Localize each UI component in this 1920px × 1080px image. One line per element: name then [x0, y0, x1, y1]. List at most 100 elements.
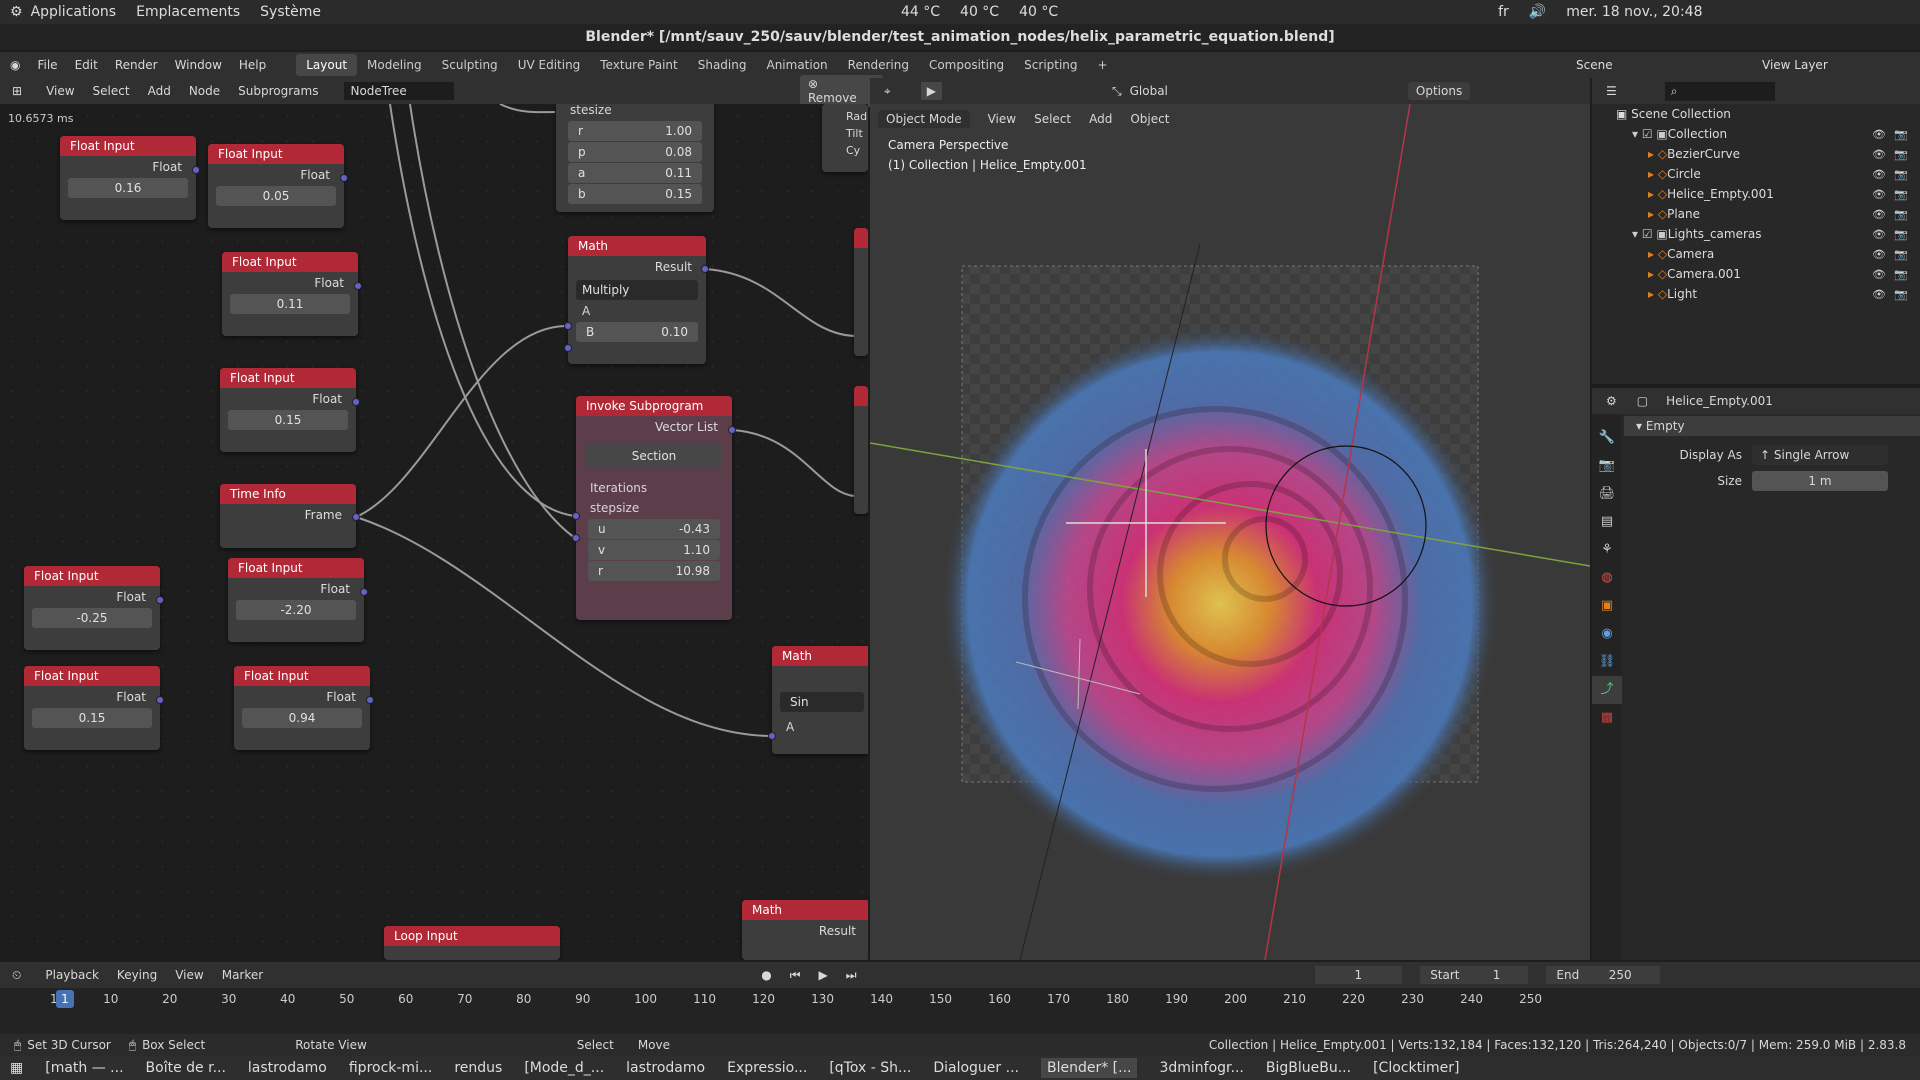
float-input-node[interactable]: Float Input Float 0.05 — [208, 144, 344, 228]
taskbar-window-button[interactable]: Boîte de r... — [146, 1060, 226, 1076]
node-menu-add[interactable]: Add — [148, 84, 171, 98]
operation-dropdown[interactable]: Sin — [780, 692, 864, 712]
keyboard-layout[interactable]: fr — [1498, 4, 1509, 20]
float-value-field[interactable]: -0.25 — [32, 608, 152, 628]
tab-compositing[interactable]: Compositing — [919, 54, 1014, 76]
constraint-tab-icon[interactable]: ⛓ — [1592, 648, 1622, 676]
output-socket[interactable] — [156, 696, 164, 704]
math-a-input-socket[interactable] — [768, 732, 776, 740]
visibility-eye-icon[interactable]: 👁 — [1872, 268, 1886, 281]
outliner-row[interactable]: ▾ ☑ ▣ Collection 👁 📷 — [1592, 124, 1920, 144]
tab-animation[interactable]: Animation — [756, 54, 837, 76]
r-field[interactable]: r 10.98 — [588, 561, 720, 581]
outliner-row[interactable]: ▸ ◇ Camera.001 👁 📷 — [1592, 264, 1920, 284]
playhead[interactable]: 1 — [56, 990, 74, 1008]
vector-list-output-socket[interactable] — [728, 426, 736, 434]
node-editor[interactable]: 10.6573 ms Float Input Float 0.16 Float … — [0, 104, 868, 960]
iterations-input-socket[interactable] — [572, 512, 580, 520]
float-value-field[interactable]: 0.11 — [230, 294, 350, 314]
render-camera-icon[interactable]: 📷 — [1894, 168, 1908, 181]
spline-node-partial[interactable]: Rad Tilt Cy — [822, 104, 868, 172]
editor-type-icon[interactable]: ⚙ — [1606, 394, 1617, 408]
taskbar-window-button[interactable]: [Mode_d_... — [524, 1060, 604, 1076]
record-icon[interactable]: ● — [761, 968, 771, 982]
input-b-field[interactable]: B 0.10 — [576, 322, 698, 342]
select-tool-icon[interactable]: ▶ — [920, 82, 942, 100]
taskbar-window-button[interactable]: fiprock-mi... — [349, 1060, 432, 1076]
invoke-subprogram-node[interactable]: Invoke Subprogram Vector List Section It… — [576, 396, 732, 620]
taskbar-window-button[interactable]: Blender* [... — [1040, 1058, 1138, 1078]
view-layer-tab-icon[interactable]: ▤ — [1592, 508, 1622, 536]
timeline-menu-playback[interactable]: Playback — [45, 968, 99, 982]
outliner-search[interactable]: ⌕ — [1664, 81, 1775, 101]
3d-viewport[interactable]: Object Mode View Select Add Object Camer… — [870, 104, 1590, 960]
visibility-eye-icon[interactable]: 👁 — [1872, 168, 1886, 181]
display-as-dropdown[interactable]: ↑ Single Arrow — [1752, 445, 1888, 465]
taskbar-window-button[interactable]: [qTox - Sh... — [829, 1060, 911, 1076]
tab-rendering[interactable]: Rendering — [838, 54, 919, 76]
a-field[interactable]: a 0.11 — [568, 163, 702, 183]
float-input-node[interactable]: Float Input Float -2.20 — [228, 558, 364, 642]
tab-layout[interactable]: Layout — [296, 54, 358, 76]
start-frame-field[interactable]: Start 1 — [1420, 966, 1529, 984]
taskbar-window-button[interactable]: [math — ... — [45, 1060, 123, 1076]
node-menu-node[interactable]: Node — [189, 84, 220, 98]
float-value-field[interactable]: -2.20 — [236, 600, 356, 620]
node-menu-subprograms[interactable]: Subprograms — [238, 84, 318, 98]
outliner-row[interactable]: ▾ ☑ ▣ Lights_cameras 👁 📷 — [1592, 224, 1920, 244]
subprogram-parameters-node[interactable]: stesize r 1.00 p 0.08 a 0.11 b 0.15 — [556, 104, 714, 212]
outliner-row[interactable]: ▸ ◇ Light 👁 📷 — [1592, 284, 1920, 304]
taskbar-window-button[interactable]: BigBlueBu... — [1266, 1060, 1351, 1076]
render-camera-icon[interactable]: 📷 — [1894, 228, 1908, 241]
render-camera-icon[interactable]: 📷 — [1894, 268, 1908, 281]
render-camera-icon[interactable]: 📷 — [1894, 208, 1908, 221]
float-value-field[interactable]: 0.15 — [32, 708, 152, 728]
outliner-row[interactable]: ▣ Scene Collection — [1592, 104, 1920, 124]
modifier-tab-icon[interactable]: ◉ — [1592, 620, 1622, 648]
operation-dropdown[interactable]: Multiply — [576, 280, 698, 300]
add-workspace-button[interactable]: + — [1088, 54, 1118, 76]
float-value-field[interactable]: 0.16 — [68, 178, 188, 198]
output-socket[interactable] — [192, 166, 200, 174]
float-value-field[interactable]: 0.15 — [228, 410, 348, 430]
r-field[interactable]: r 1.00 — [568, 121, 702, 141]
play-icon[interactable]: ▶ — [819, 968, 828, 982]
output-socket[interactable] — [340, 174, 348, 182]
float-value-field[interactable]: 0.94 — [242, 708, 362, 728]
taskbar-window-button[interactable]: Dialoguer ... — [933, 1060, 1019, 1076]
outliner-row[interactable]: ▸ ◇ Camera 👁 📷 — [1592, 244, 1920, 264]
editor-type-icon[interactable]: ⌖ — [884, 84, 891, 99]
visibility-eye-icon[interactable]: 👁 — [1872, 148, 1886, 161]
scene-selector[interactable]: Scene — [1576, 58, 1613, 72]
visibility-eye-icon[interactable]: 👁 — [1872, 188, 1886, 201]
tab-uv-editing[interactable]: UV Editing — [508, 54, 591, 76]
size-field[interactable]: 1 m — [1752, 471, 1888, 491]
taskbar-window-button[interactable]: [Clocktimer] — [1373, 1060, 1459, 1076]
editor-type-icon[interactable]: ☰ — [1606, 84, 1617, 98]
visibility-eye-icon[interactable]: 👁 — [1872, 288, 1886, 301]
menu-window[interactable]: Window — [175, 58, 222, 72]
tool-tab-icon[interactable]: 🔧 — [1592, 424, 1622, 452]
object-tab-icon[interactable]: ▣ — [1592, 592, 1622, 620]
texture-tab-icon[interactable]: ▩ — [1592, 704, 1622, 732]
outliner-row[interactable]: ▸ ◇ BezierCurve 👁 📷 — [1592, 144, 1920, 164]
render-camera-icon[interactable]: 📷 — [1894, 128, 1908, 141]
taskbar-window-button[interactable]: lastrodamo — [248, 1060, 327, 1076]
render-camera-icon[interactable]: 📷 — [1894, 288, 1908, 301]
tab-modeling[interactable]: Modeling — [357, 54, 432, 76]
float-input-node[interactable]: Float Input Float -0.25 — [24, 566, 160, 650]
menu-help[interactable]: Help — [239, 58, 266, 72]
show-desktop-icon[interactable]: ▦ — [10, 1060, 23, 1076]
output-socket[interactable] — [354, 282, 362, 290]
input-a-socket[interactable] — [564, 322, 572, 330]
world-tab-icon[interactable]: ◍ — [1592, 564, 1622, 592]
p-field[interactable]: p 0.08 — [568, 142, 702, 162]
timeline-menu-view[interactable]: View — [175, 968, 203, 982]
menu-render[interactable]: Render — [115, 58, 158, 72]
gnome-foot-icon[interactable]: ⚙ — [10, 4, 23, 20]
clock[interactable]: mer. 18 nov., 20:48 — [1566, 4, 1702, 20]
output-socket[interactable] — [156, 596, 164, 604]
current-frame-field[interactable]: 1 — [1314, 966, 1403, 984]
node-menu-view[interactable]: View — [46, 84, 74, 98]
u-field[interactable]: u -0.43 — [588, 519, 720, 539]
